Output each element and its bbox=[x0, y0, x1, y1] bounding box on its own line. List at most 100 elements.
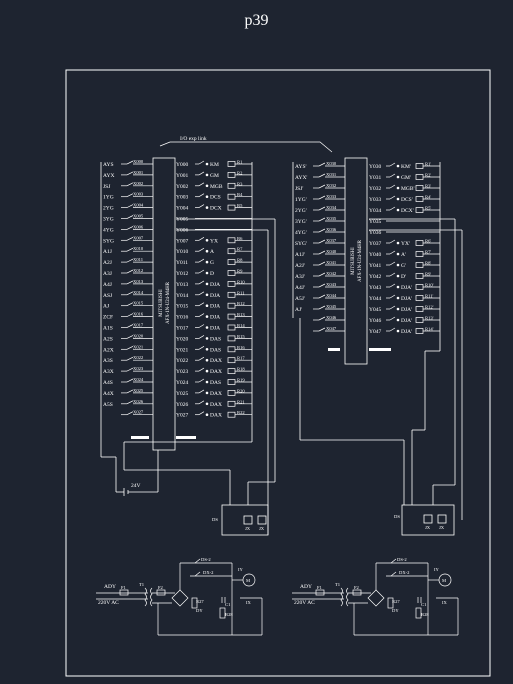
input-address: X010 bbox=[133, 246, 144, 251]
output-row: Y021 DAS R16 bbox=[176, 345, 252, 353]
input-row: AJ X015 bbox=[103, 301, 153, 310]
switch-contact bbox=[318, 239, 326, 244]
output-contact bbox=[389, 316, 396, 321]
input-row: X027 bbox=[121, 410, 153, 416]
input-address: X016 bbox=[133, 312, 144, 317]
transformer-secondary bbox=[346, 587, 349, 607]
input-name: A4S bbox=[103, 380, 113, 386]
input-row: AYX X001 bbox=[103, 170, 153, 179]
input-name: A1J' bbox=[295, 252, 305, 258]
output-contact bbox=[198, 193, 205, 198]
output-load: DAS bbox=[210, 380, 221, 386]
output-contact bbox=[198, 302, 205, 307]
input-address: X034 bbox=[326, 205, 337, 210]
output-relay-label: R2 bbox=[237, 170, 243, 175]
contact-ds-label: DS-2 bbox=[201, 557, 211, 562]
output-relay-label: R3' bbox=[425, 184, 431, 189]
input-address: X045 bbox=[326, 304, 337, 309]
output-led bbox=[205, 173, 209, 177]
input-row: AYS X000 bbox=[103, 159, 153, 168]
switch-contact bbox=[318, 217, 326, 222]
switch-contact bbox=[318, 294, 326, 299]
input-row: 2YG X004 bbox=[103, 203, 153, 212]
output-relay-coil bbox=[415, 306, 424, 312]
output-row: Y014 DJA R11 bbox=[176, 290, 252, 299]
item-label: IY bbox=[434, 567, 440, 572]
output-relay-coil bbox=[227, 281, 236, 287]
output-row: Y033 DCS' R4' bbox=[369, 195, 440, 203]
item-label: DY bbox=[196, 608, 203, 613]
input-address: X013 bbox=[133, 279, 144, 284]
output-load: DJA bbox=[210, 326, 220, 332]
input-row: 1YG' X033 bbox=[295, 194, 345, 203]
input-address: X044 bbox=[326, 293, 337, 298]
output-contact bbox=[389, 305, 396, 310]
output-contact bbox=[389, 283, 396, 288]
output-address: Y003 bbox=[176, 195, 188, 201]
output-led bbox=[205, 380, 209, 384]
output-row: Y005 bbox=[176, 217, 252, 223]
output-relay-coil bbox=[415, 262, 424, 268]
output-row: Y036 bbox=[369, 230, 440, 236]
output-row: Y040 A' R7' bbox=[369, 250, 440, 258]
output-relay-label: R19 bbox=[237, 378, 245, 383]
output-relay-coil bbox=[227, 204, 236, 211]
input-row: ZCF X016 bbox=[103, 312, 153, 321]
input-name: A5J' bbox=[295, 296, 305, 302]
plc-right-model-line1: MITSUBISHI bbox=[351, 247, 356, 275]
output-row: Y041 G' R8' bbox=[369, 261, 440, 269]
output-led bbox=[205, 337, 209, 340]
output-load: KM' bbox=[401, 164, 411, 170]
output-address: Y017 bbox=[176, 326, 188, 332]
output-address: Y024 bbox=[176, 380, 188, 386]
relay-right-label-ds: DS bbox=[394, 514, 400, 519]
input-address: X027 bbox=[133, 410, 144, 415]
item-label: DY bbox=[392, 608, 399, 613]
output-relay-coil bbox=[415, 273, 424, 279]
input-address: X000 bbox=[133, 159, 144, 164]
output-row: Y016 DJA R13 bbox=[176, 312, 252, 321]
output-address: Y046 bbox=[369, 318, 381, 324]
output-row: Y043 DJA' R10' bbox=[369, 283, 440, 291]
output-address: Y002 bbox=[176, 184, 188, 190]
plc-left-output-list: Y000 KM R1 Y001 GM R2 Y002 MGB R3 Y003 DCS R4 Y004 DC… bbox=[176, 160, 252, 419]
output-relay-label: R11' bbox=[425, 294, 433, 299]
input-name: 4YG' bbox=[295, 230, 307, 236]
output-address: Y011 bbox=[176, 260, 188, 266]
input-address: X001 bbox=[133, 170, 144, 175]
output-led bbox=[396, 263, 400, 267]
input-name: ASJ bbox=[103, 293, 113, 299]
output-led bbox=[205, 184, 209, 188]
output-led bbox=[205, 391, 209, 395]
output-row: Y000 KM R1 bbox=[176, 160, 252, 168]
output-relay-label: R10' bbox=[425, 283, 434, 288]
fuse-label: F2 bbox=[158, 585, 164, 590]
output-led bbox=[396, 164, 400, 168]
output-row: Y025 DAX R20 bbox=[176, 388, 252, 397]
output-led bbox=[396, 241, 400, 245]
output-load: DJA bbox=[210, 293, 220, 299]
output-contact bbox=[389, 195, 396, 200]
output-relay-label: R4 bbox=[237, 192, 243, 197]
output-relay-coil bbox=[415, 174, 424, 180]
output-led bbox=[205, 195, 209, 198]
input-name: A1J bbox=[103, 249, 113, 255]
input-address: X031 bbox=[326, 172, 337, 177]
output-row: Y027 DAX R22 bbox=[176, 410, 252, 419]
input-row: A4S X024 bbox=[103, 377, 153, 386]
output-led bbox=[205, 206, 209, 209]
output-address: Y020 bbox=[176, 336, 188, 342]
fuse-label: F1 bbox=[317, 585, 323, 590]
output-relay-label: R12 bbox=[237, 301, 245, 306]
output-relay-coil bbox=[227, 172, 236, 178]
transformer-primary bbox=[144, 587, 147, 607]
output-relay-coil bbox=[227, 302, 236, 309]
output-load: DJA' bbox=[401, 307, 412, 313]
output-contact bbox=[198, 324, 205, 328]
output-row: Y032 MGB' R3' bbox=[369, 184, 440, 192]
output-relay-coil bbox=[415, 185, 424, 191]
contact-dx-label: DX-2 bbox=[399, 570, 410, 575]
output-relay-coil bbox=[227, 248, 236, 255]
output-relay-label: R18 bbox=[237, 367, 245, 372]
output-load: G' bbox=[401, 263, 406, 269]
